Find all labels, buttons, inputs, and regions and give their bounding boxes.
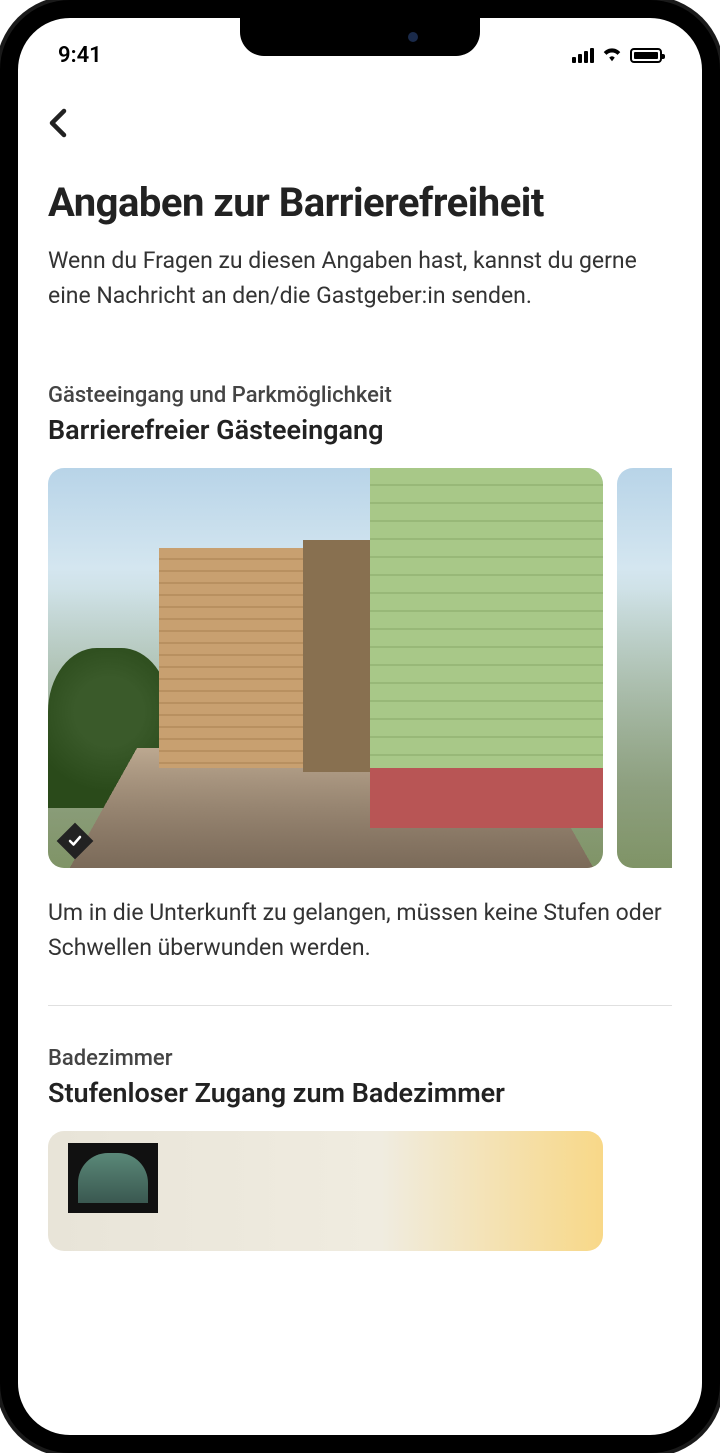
phone-frame: 9:41 Angaben zur Barrierefreiheit Wenn d…	[0, 0, 720, 1453]
wall-art	[68, 1143, 158, 1213]
section-title: Stufenloser Zugang zum Badezimmer	[48, 1077, 672, 1109]
chevron-left-icon	[48, 108, 68, 138]
page-content: Angaben zur Barrierefreiheit Wenn du Fra…	[18, 76, 702, 1435]
image-carousel[interactable]	[48, 1131, 672, 1251]
status-time: 9:41	[58, 43, 102, 68]
status-icons	[572, 43, 662, 68]
page-title: Angaben zur Barrierefreiheit	[48, 180, 672, 226]
section-category: Gästeeingang und Parkmöglichkeit	[48, 383, 672, 408]
back-button[interactable]	[48, 96, 68, 150]
wifi-icon	[601, 43, 623, 68]
section-category: Badezimmer	[48, 1046, 672, 1071]
cellular-signal-icon	[572, 48, 594, 63]
accessibility-section-bathroom: Badezimmer Stufenloser Zugang zum Badezi…	[48, 1046, 672, 1251]
image-carousel[interactable]	[48, 468, 672, 868]
listing-photo-peek[interactable]	[617, 468, 672, 868]
section-divider	[48, 1005, 672, 1006]
section-description: Um in die Unterkunft zu gelangen, müssen…	[48, 896, 672, 965]
listing-photo-entrance[interactable]	[48, 468, 603, 868]
listing-photo-bathroom[interactable]	[48, 1131, 603, 1251]
accessibility-section-entrance: Gästeeingang und Parkmöglichkeit Barrier…	[48, 383, 672, 965]
section-title: Barrierefreier Gästeeingang	[48, 414, 672, 446]
phone-notch	[240, 18, 480, 56]
page-subtitle: Wenn du Fragen zu diesen Angaben hast, k…	[48, 244, 672, 313]
battery-icon	[630, 48, 662, 63]
